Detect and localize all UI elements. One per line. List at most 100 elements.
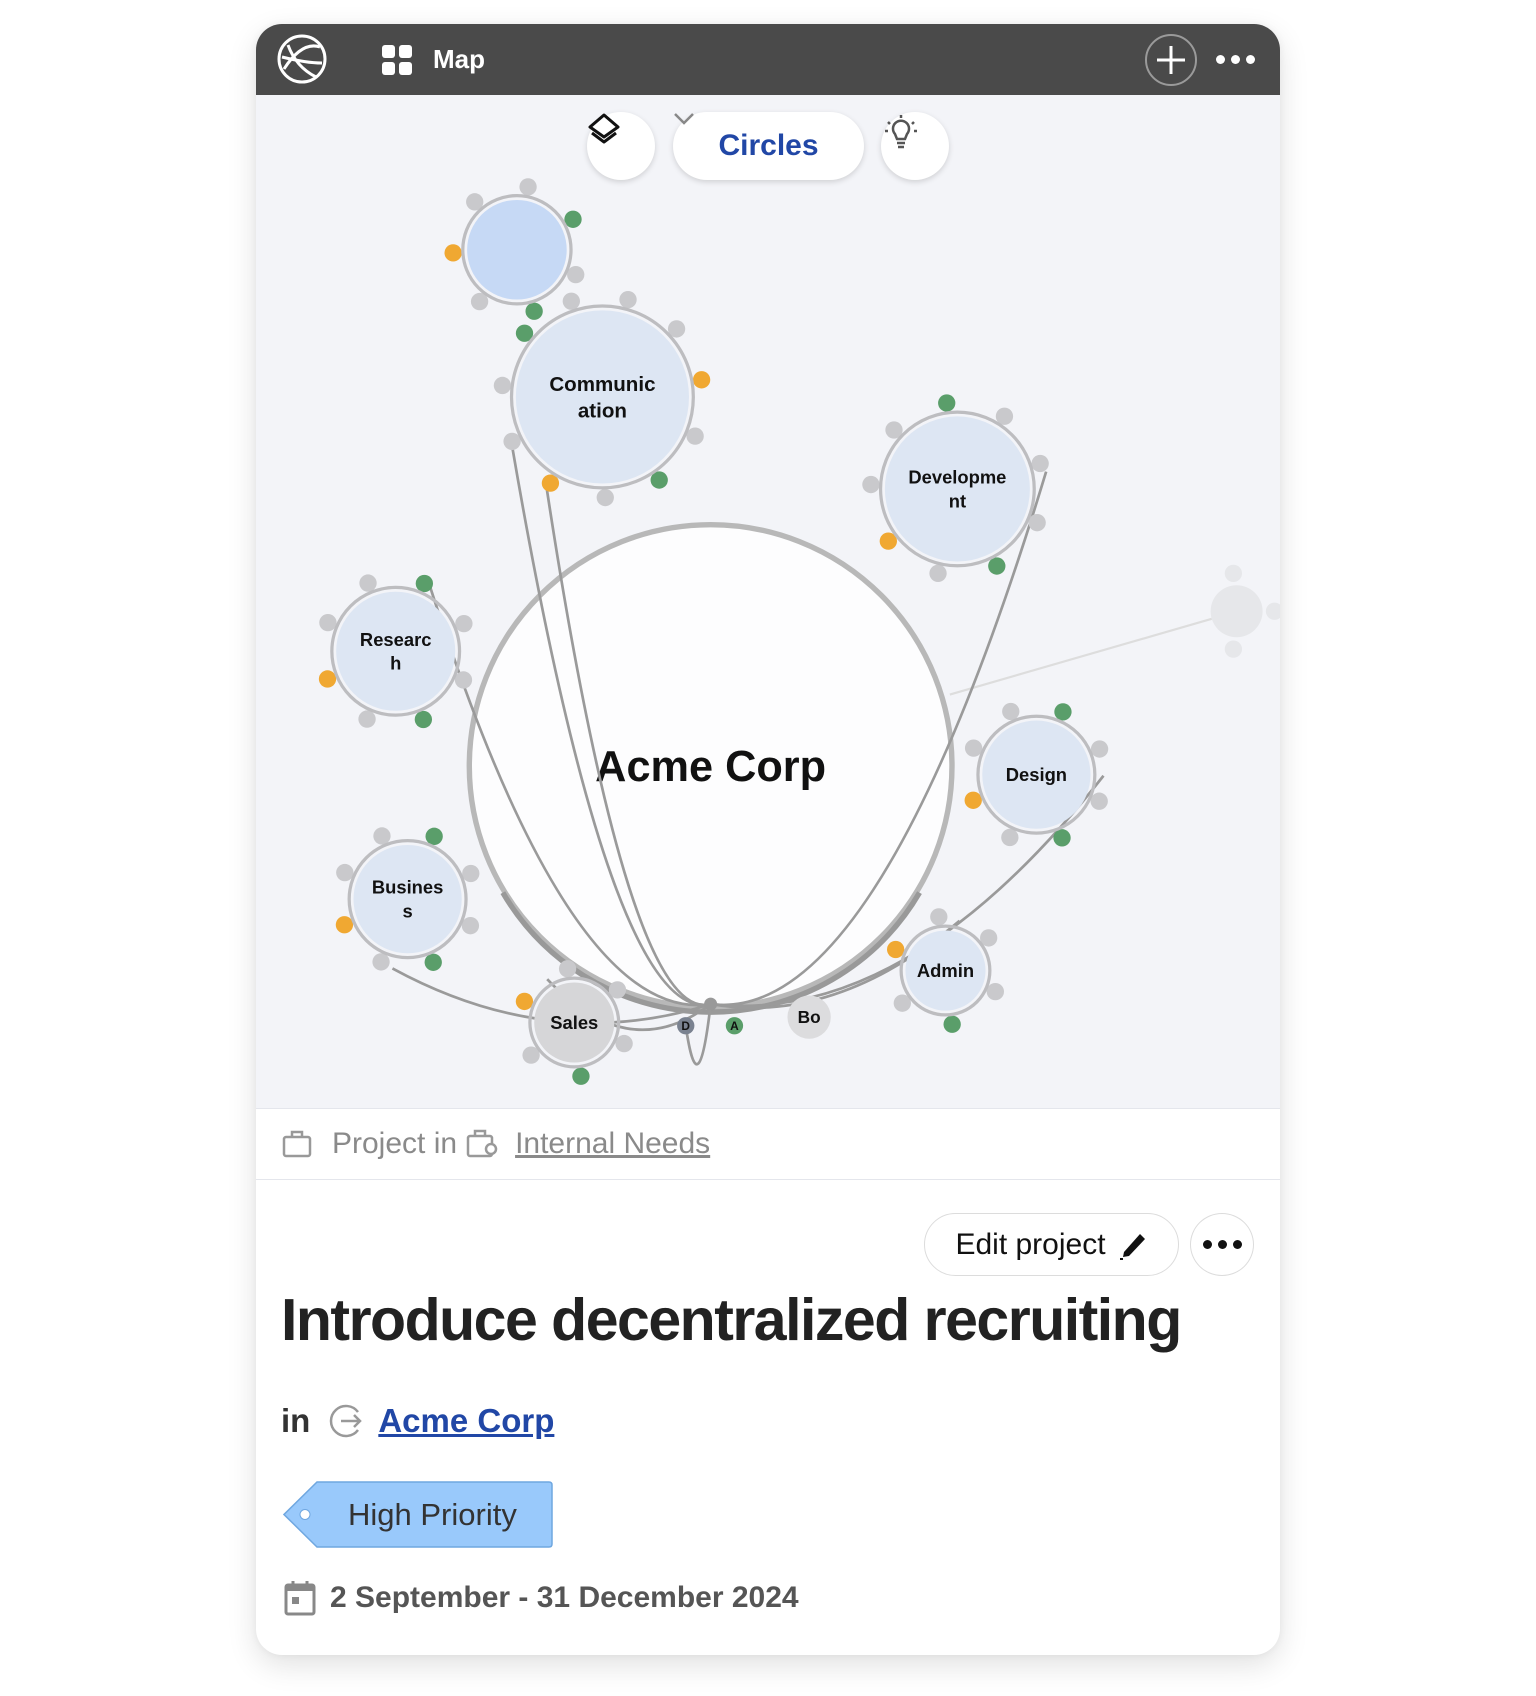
satellite-dot <box>462 864 480 883</box>
satellite-dot <box>444 244 462 262</box>
satellite-dot <box>455 614 473 633</box>
tips-button[interactable] <box>881 112 949 180</box>
more-menu-button[interactable] <box>1216 46 1262 72</box>
map-circle-label[interactable]: nt <box>949 490 966 511</box>
satellite-dot <box>938 394 956 412</box>
view-mode-select[interactable]: Circles <box>673 112 864 180</box>
satellite-dot <box>425 827 443 845</box>
tag-label: High Priority <box>348 1497 517 1532</box>
circle-arrow-icon <box>330 1404 363 1438</box>
satellite-dot <box>964 791 982 809</box>
map-circle[interactable]: Admin <box>905 930 986 1011</box>
satellite-dot <box>1031 454 1049 473</box>
satellite-dot <box>558 960 577 978</box>
layers-icon <box>588 113 620 144</box>
satellite-dot <box>596 488 614 507</box>
top-bar: Map <box>256 24 1280 95</box>
circle-map[interactable]: Acme Corp Communic ation Developme nt Researc… <box>256 95 1280 1108</box>
map-circle[interactable]: Design <box>982 720 1091 829</box>
map-circle[interactable]: Communic ation <box>515 310 689 484</box>
satellite-dot <box>461 917 480 935</box>
app-logo-icon[interactable] <box>276 33 328 85</box>
parent-circle-row: in Acme Corp <box>281 1402 554 1440</box>
lightbulb-icon <box>885 115 917 149</box>
edit-project-label: Edit project <box>955 1227 1106 1261</box>
map-circle-label[interactable]: Researc <box>360 629 432 650</box>
parent-link[interactable]: Internal Needs <box>515 1127 710 1161</box>
map-circle-label[interactable]: Sales <box>550 1012 598 1033</box>
satellite-dot <box>988 557 1006 575</box>
satellite-dot <box>319 613 337 632</box>
map-circle-shape[interactable] <box>467 199 567 300</box>
map-circle-label[interactable]: Design <box>1006 764 1067 785</box>
faded-circle[interactable] <box>1210 585 1263 638</box>
briefcase-icon <box>282 1130 312 1158</box>
map-circle[interactable] <box>467 199 567 300</box>
satellite-dot <box>930 908 948 926</box>
satellite-dot <box>567 265 585 284</box>
map-circle-label[interactable]: h <box>390 653 401 674</box>
project-title: Introduce decentralized recruiting <box>281 1287 1182 1353</box>
satellite-dot <box>964 739 983 757</box>
edit-project-button[interactable]: Edit project <box>924 1213 1179 1276</box>
map-canvas[interactable]: Acme Corp Communic ation Developme nt Researc… <box>256 95 1280 1108</box>
map-circle[interactable]: D <box>677 1017 695 1035</box>
view-title: Map <box>433 44 485 74</box>
map-circle[interactable]: A <box>725 1017 744 1035</box>
pencil-icon <box>1119 1233 1145 1260</box>
satellite-dot <box>454 671 473 689</box>
satellite-dot <box>886 940 905 959</box>
satellite-dot <box>572 1067 590 1085</box>
map-circle[interactable]: Bo <box>787 995 831 1039</box>
map-circle-shape[interactable] <box>515 310 689 484</box>
satellite-dot <box>414 710 433 729</box>
root-circle-label[interactable]: Acme Corp <box>595 743 826 791</box>
project-card: Map Acme Corp Communic ation Developme nt Res… <box>256 24 1280 1655</box>
map-circle[interactable]: Sales <box>534 982 615 1063</box>
layers-button[interactable] <box>587 112 655 180</box>
calendar-icon <box>284 1581 316 1616</box>
satellite-dot <box>336 863 354 882</box>
map-circle-label[interactable]: D <box>681 1019 690 1033</box>
satellite-dot <box>335 916 354 934</box>
satellite-dot <box>359 574 377 592</box>
breadcrumb: Project in Internal Needs <box>256 1108 1280 1180</box>
map-circle-label[interactable]: ation <box>578 400 627 423</box>
satellite-dot <box>515 992 534 1011</box>
satellite-dot <box>619 290 637 309</box>
satellite-dot <box>519 178 537 196</box>
map-circle-shape[interactable] <box>353 845 462 954</box>
map-circle-label[interactable]: Bo <box>798 1007 821 1027</box>
map-circle[interactable]: Researc h <box>336 591 456 711</box>
satellite-dot <box>615 1034 633 1053</box>
map-circle-label[interactable]: s <box>402 901 412 922</box>
type-label: Project in <box>332 1127 458 1160</box>
map-circle-label[interactable]: Communic <box>549 373 655 396</box>
satellite-dot <box>318 670 337 688</box>
map-circle[interactable]: Busines s <box>353 845 462 954</box>
satellite-dot <box>943 1015 961 1033</box>
map-circle-shape[interactable] <box>884 416 1030 562</box>
satellite-dot <box>1001 828 1019 847</box>
add-button[interactable] <box>1145 34 1197 86</box>
satellite-dot <box>929 564 947 582</box>
satellite-dot <box>1224 564 1243 583</box>
in-label: in <box>281 1402 311 1439</box>
parent-circle-link[interactable]: Acme Corp <box>378 1402 554 1440</box>
satellite-dot <box>415 574 434 593</box>
map-circle-label[interactable]: Admin <box>917 960 974 981</box>
map-circle-shape[interactable] <box>336 591 456 711</box>
satellite-dot <box>373 827 391 845</box>
satellite-dot <box>1053 829 1071 847</box>
satellite-dot <box>1265 602 1280 620</box>
grid-icon[interactable] <box>381 44 413 76</box>
satellite-dot <box>1054 703 1072 721</box>
map-circle-label[interactable]: A <box>730 1019 739 1033</box>
satellite-dot <box>493 376 512 395</box>
more-actions-button[interactable] <box>1190 1213 1254 1276</box>
map-circle-label[interactable]: Developme <box>908 466 1006 487</box>
map-circle[interactable]: Developme nt <box>884 416 1030 562</box>
date-text: 2 September - 31 December 2024 <box>330 1581 799 1614</box>
priority-tag[interactable]: High Priority <box>282 1481 553 1548</box>
map-circle-label[interactable]: Busines <box>372 877 443 898</box>
